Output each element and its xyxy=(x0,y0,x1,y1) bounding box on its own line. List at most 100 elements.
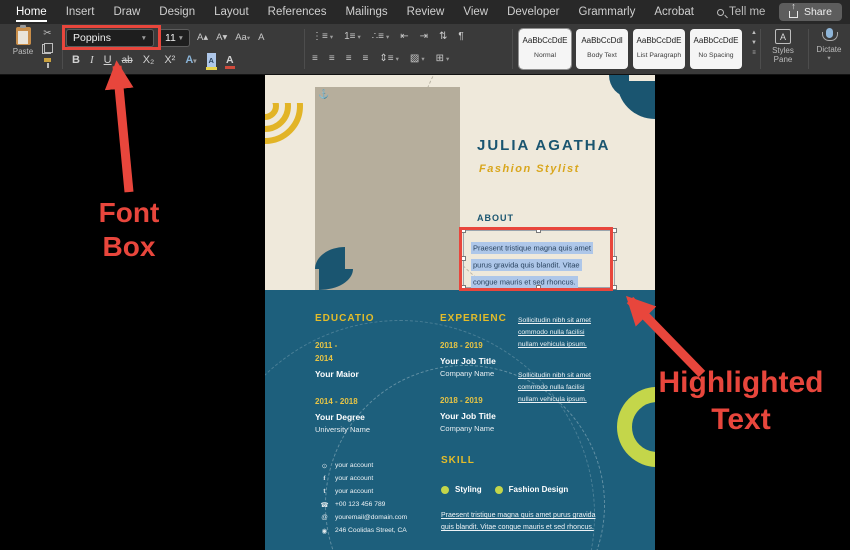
tab-home[interactable]: Home xyxy=(16,2,47,22)
highlight-color-icon[interactable]: A xyxy=(205,53,217,70)
bold-button[interactable]: B xyxy=(72,54,80,66)
education-period: 2014 - 2018 xyxy=(315,397,358,406)
document-page[interactable]: ⚓ JULIA AGATHA Fashion Stylist ABOUT Pra… xyxy=(265,75,655,550)
paste-clipboard-icon xyxy=(15,25,31,45)
font-box-annotation-label: Font Box xyxy=(98,197,160,262)
underline-button[interactable]: U xyxy=(104,54,112,66)
align-left-icon[interactable]: ≡ xyxy=(312,53,318,64)
dictate-label: Dictate xyxy=(816,45,842,54)
resume-name: JULIA AGATHA xyxy=(477,137,611,154)
education-period: 2014 xyxy=(315,354,333,363)
tab-grammarly[interactable]: Grammarly xyxy=(579,6,636,18)
gallery-expand-icon[interactable]: ≡ xyxy=(752,50,756,56)
justify-icon[interactable]: ≡ xyxy=(363,53,369,64)
font-box-annotation-rect xyxy=(62,25,161,50)
change-case-icon[interactable]: Aa▾ xyxy=(235,32,250,43)
tell-me-search[interactable]: Tell me xyxy=(717,6,765,18)
bullets-icon[interactable]: ⋮≡ ▾ xyxy=(312,31,333,42)
facebook-icon xyxy=(320,475,329,482)
format-painter-icon[interactable] xyxy=(43,58,52,68)
tab-draw[interactable]: Draw xyxy=(113,6,140,18)
decrease-indent-icon[interactable]: ⇤ xyxy=(400,31,408,42)
search-icon xyxy=(717,8,725,16)
pilcrow-icon[interactable]: ¶ xyxy=(458,31,463,42)
contact-row: youremail@domain.com xyxy=(320,511,450,524)
note-line: commodo nulla facilisi xyxy=(518,384,585,391)
tab-developer[interactable]: Developer xyxy=(507,6,559,18)
experience-subtitle: Company Name xyxy=(440,424,495,433)
highlighted-text-annotation-rect xyxy=(459,227,613,291)
paste-button[interactable]: Paste xyxy=(8,25,38,56)
clipboard-tools: ✂ xyxy=(42,29,53,68)
copy-icon[interactable] xyxy=(42,43,53,54)
style-card-list-paragraph[interactable]: AaBbCcDdE List Paragraph xyxy=(633,29,685,69)
tab-review[interactable]: Review xyxy=(407,6,445,18)
gallery-down-icon[interactable]: ▼ xyxy=(751,40,757,46)
font-size-select[interactable]: 11 ▼ xyxy=(159,29,190,47)
contact-text: your account xyxy=(335,488,374,495)
align-center-icon[interactable]: ≡ xyxy=(329,53,335,64)
skill-item: Styling xyxy=(441,485,482,494)
paragraph-tools-row2: ≡ ≡ ≡ ≡ ⇕≡ ▾ ▨ ▾ ⊞ ▾ xyxy=(312,53,449,64)
shrink-font-icon[interactable]: A▾ xyxy=(216,32,227,43)
note-line: Sollicitudin nibh sit amet xyxy=(518,317,591,324)
contact-row: your account xyxy=(320,459,450,472)
borders-icon[interactable]: ⊞ ▾ xyxy=(436,53,450,64)
instagram-icon xyxy=(320,462,329,470)
location-icon xyxy=(320,527,329,535)
clear-formatting-icon[interactable]: A xyxy=(258,32,264,43)
multilevel-list-icon[interactable]: ∴≡ ▾ xyxy=(372,31,389,42)
align-right-icon[interactable]: ≡ xyxy=(346,53,352,64)
dictate-button[interactable]: Dictate ▾ xyxy=(811,28,847,62)
numbering-icon[interactable]: 1≡ ▾ xyxy=(344,31,361,42)
chevron-down-icon: ▼ xyxy=(177,34,184,42)
text-effects-icon[interactable]: A▾ xyxy=(185,54,196,66)
superscript-icon[interactable]: X² xyxy=(164,54,175,66)
email-icon xyxy=(320,514,329,521)
skill-heading: SKILL xyxy=(441,455,475,466)
strikethrough-icon[interactable]: ab xyxy=(122,55,133,66)
tab-insert[interactable]: Insert xyxy=(66,6,95,18)
cut-icon[interactable]: ✂ xyxy=(43,29,51,39)
education-section: EDUCATIO 2011 - 2014 Your Maior 2014 - 2… xyxy=(315,313,430,436)
increase-indent-icon[interactable]: ⇥ xyxy=(420,31,428,42)
subscript-icon[interactable]: X₂ xyxy=(143,54,155,66)
style-card-body-text[interactable]: AaBbCcDdl Body Text xyxy=(576,29,628,69)
gallery-up-icon[interactable]: ▲ xyxy=(751,30,757,36)
line-spacing-icon[interactable]: ⇕≡ ▾ xyxy=(379,53,398,64)
style-card-no-spacing[interactable]: AaBbCcDdE No Spacing xyxy=(690,29,742,69)
education-title: Your Degree xyxy=(315,412,365,422)
font-color-icon[interactable]: A xyxy=(224,54,235,69)
contact-text: 246 Coolidas Street, CA xyxy=(335,527,407,534)
experience-period: 2018 - 2019 xyxy=(440,341,483,350)
chevron-down-icon: ▾ xyxy=(827,55,831,62)
share-button[interactable]: Share xyxy=(778,3,842,21)
tab-acrobat[interactable]: Acrobat xyxy=(654,6,694,18)
style-sample: AaBbCcDdl xyxy=(581,36,623,45)
sort-icon[interactable]: ⇅ xyxy=(439,31,447,42)
contact-text: +00 123 456 789 xyxy=(335,501,386,508)
tab-mailings[interactable]: Mailings xyxy=(345,6,387,18)
grow-font-icon[interactable]: A▴ xyxy=(197,32,208,43)
word-window: Home Insert Draw Design Layout Reference… xyxy=(0,0,850,550)
paragraph-tools-row1: ⋮≡ ▾ 1≡ ▾ ∴≡ ▾ ⇤ ⇥ ⇅ ¶ xyxy=(312,31,464,42)
tab-layout[interactable]: Layout xyxy=(214,6,249,18)
tab-view[interactable]: View xyxy=(463,6,488,18)
skill-dot-icon xyxy=(494,485,503,494)
contact-section: your account your account your account +… xyxy=(320,459,450,537)
italic-button[interactable]: I xyxy=(90,54,94,66)
education-period: 2011 - xyxy=(315,341,338,350)
style-sample: AaBbCcDdE xyxy=(522,36,568,45)
tab-design[interactable]: Design xyxy=(159,6,195,18)
style-sample: AaBbCcDdE xyxy=(636,36,682,45)
experience-notes: Sollicitudin nibh sit amet commodo nulla… xyxy=(518,315,618,406)
style-card-normal[interactable]: AaBbCcDdE Normal xyxy=(518,28,572,70)
experience-heading: EXPERIENC xyxy=(440,313,507,324)
contact-text: your account xyxy=(335,475,374,482)
experience-title: Your Job Title xyxy=(440,411,496,421)
styles-gallery-scroll: ▲ ▼ ≡ xyxy=(749,30,759,56)
tab-references[interactable]: References xyxy=(268,6,327,18)
shading-icon[interactable]: ▨ ▾ xyxy=(410,53,425,64)
styles-pane-button[interactable]: A Styles Pane xyxy=(763,29,803,64)
skill-item: Fashion Design xyxy=(494,485,568,494)
